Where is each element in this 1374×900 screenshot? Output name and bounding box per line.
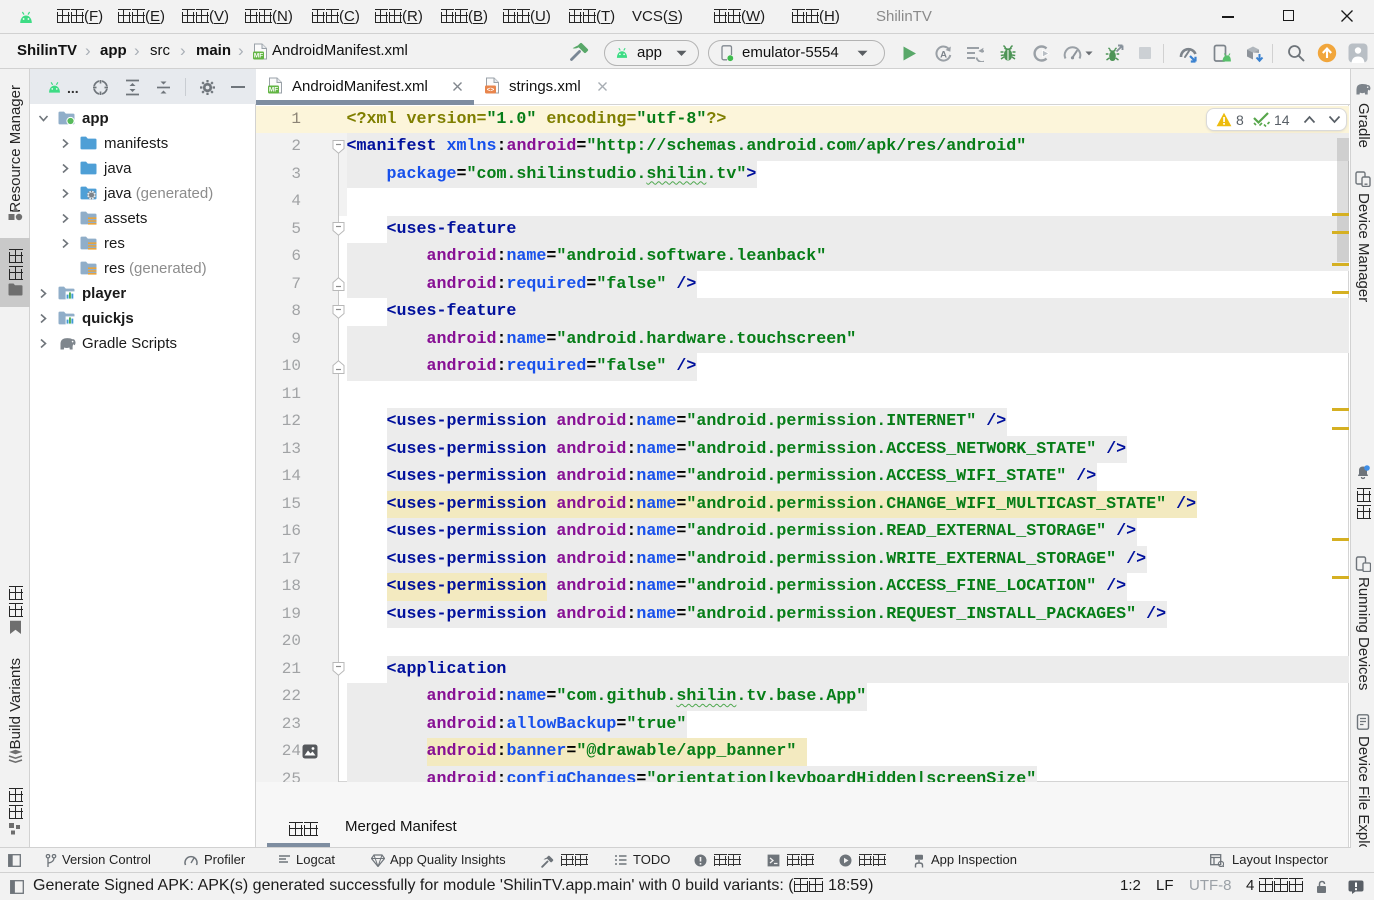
svg-text:MF: MF: [269, 87, 278, 94]
svg-text:<>: <>: [487, 87, 495, 94]
svg-text:MF: MF: [254, 53, 263, 60]
svg-text:A: A: [940, 50, 947, 61]
